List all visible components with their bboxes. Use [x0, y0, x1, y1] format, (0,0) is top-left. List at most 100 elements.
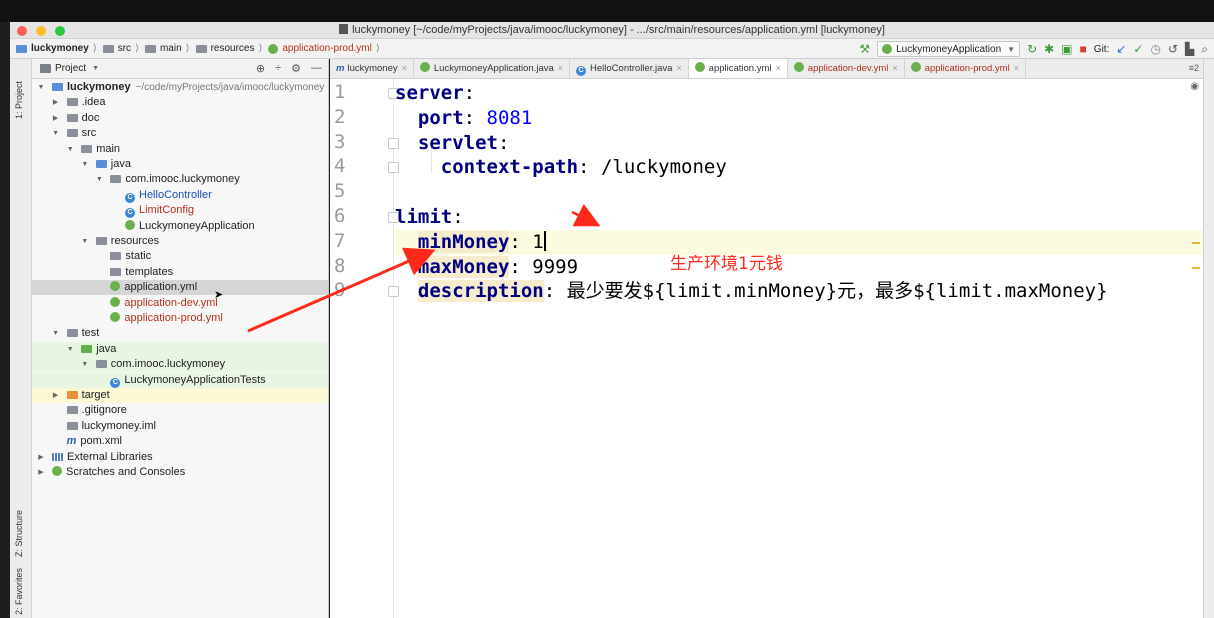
expand-down-icon[interactable]: ▼	[80, 234, 90, 249]
warning-marker[interactable]	[1192, 267, 1200, 269]
tree-item[interactable]: luckymoney.iml	[32, 419, 328, 434]
tree-item[interactable]: ▶ doc	[32, 111, 328, 126]
close-icon[interactable]: ×	[676, 63, 681, 73]
tree-item[interactable]: ▼ resources	[32, 234, 328, 249]
editor-tab[interactable]: application-prod.yml ×	[905, 59, 1026, 78]
project-panel-title[interactable]: Project	[55, 63, 86, 74]
folder-icon	[66, 329, 78, 338]
tree-item-content: java	[81, 342, 116, 357]
breadcrumb-item[interactable]: resources ⟩	[195, 43, 262, 54]
warning-marker[interactable]	[1192, 242, 1200, 244]
spring-icon	[110, 312, 121, 322]
close-icon[interactable]: ×	[1014, 63, 1019, 73]
tree-item[interactable]: ▶ .idea	[32, 95, 328, 110]
folder-icon	[95, 160, 107, 168]
expand-right-icon[interactable]: ▶	[51, 388, 61, 403]
breadcrumb-item[interactable]: luckymoney ⟩	[16, 43, 97, 54]
expand-right-icon[interactable]: ▶	[36, 465, 46, 480]
run-config-selector[interactable]: LuckymoneyApplication ▼	[877, 41, 1021, 57]
code-area[interactable]: 生产环境1元钱 server: port: 8081 servlet: cont…	[395, 79, 1203, 618]
expand-down-icon[interactable]: ▼	[80, 357, 90, 372]
tree-item[interactable]: application-dev.yml	[32, 296, 328, 311]
favorites-tool-tab[interactable]: 2: Favorites	[14, 568, 24, 615]
expand-down-icon[interactable]: ▼	[80, 157, 90, 172]
editor-tab[interactable]: LuckymoneyApplication.java ×	[414, 59, 571, 78]
editor-tab[interactable]: m luckymoney ×	[330, 59, 414, 78]
breadcrumb-label: src	[117, 43, 132, 54]
editor-tab[interactable]: C HelloController.java ×	[570, 59, 689, 78]
tree-item[interactable]: ▼ src	[32, 126, 328, 141]
breadcrumb-label: main	[159, 43, 182, 54]
project-tool-tab[interactable]: 1: Project	[14, 81, 24, 119]
expand-down-icon[interactable]: ▼	[94, 172, 104, 187]
tree-item[interactable]: static	[32, 249, 328, 264]
git-update-icon[interactable]: ↙	[1116, 43, 1126, 55]
git-commit-icon[interactable]: ✓	[1133, 43, 1143, 55]
close-icon[interactable]: ×	[558, 63, 563, 73]
tab-list-button[interactable]: ≡2	[1189, 63, 1199, 73]
eye-icon[interactable]: ◉	[1190, 81, 1199, 92]
tree-item-path: ~/code/myProjects/java/imooc/luckymoney	[135, 82, 325, 93]
tree-item[interactable]: C LimitConfig	[32, 203, 328, 219]
tree-item[interactable]: C LuckymoneyApplicationTests	[32, 372, 328, 388]
yaml-key: minMoney	[417, 230, 510, 253]
tree-item[interactable]: ▼ java	[32, 341, 328, 357]
tree-item[interactable]: LuckymoneyApplication	[32, 219, 328, 234]
git-history-icon[interactable]: ◷	[1150, 43, 1160, 55]
editor-tab-label: application.yml	[708, 63, 772, 74]
class-icon: C	[576, 66, 587, 76]
close-icon[interactable]: ×	[892, 63, 897, 73]
rerun-icon[interactable]: ↻	[1027, 43, 1037, 55]
tree-item[interactable]: ▶ Scratches and Consoles	[32, 465, 328, 480]
spring-icon	[793, 62, 804, 72]
tree-item-content: target	[66, 388, 110, 403]
tree-item[interactable]: ▼ luckymoney ~/code/myProjects/java/imooc/…	[32, 80, 328, 95]
tree-item[interactable]: ▶ External Libraries	[32, 450, 328, 465]
breadcrumb-item[interactable]: src ⟩	[102, 43, 139, 54]
tree-item[interactable]: application.yml	[32, 280, 328, 296]
expand-down-icon[interactable]: ▼	[65, 342, 75, 357]
build-hammer-icon[interactable]: ⚒	[859, 43, 870, 55]
tree-item[interactable]: application-prod.yml	[32, 311, 328, 326]
stop-icon[interactable]: ■	[1080, 43, 1087, 55]
close-icon[interactable]: ×	[776, 63, 781, 73]
expand-down-icon[interactable]: ▼	[51, 126, 61, 141]
tree-item[interactable]: ▶ target	[32, 388, 328, 403]
locate-file-icon[interactable]: ⊕	[256, 62, 265, 75]
git-revert-icon[interactable]: ↺	[1168, 43, 1178, 55]
tree-item-content: C HelloController	[125, 188, 212, 203]
hide-panel-icon[interactable]: —	[311, 62, 322, 75]
chevron-down-icon[interactable]: ▼	[92, 65, 99, 72]
expand-down-icon[interactable]: ▼	[36, 80, 46, 95]
project-structure-icon[interactable]: ▙	[1185, 43, 1194, 55]
tree-item[interactable]: ▼ main	[32, 142, 328, 157]
coverage-icon[interactable]: ▣	[1061, 43, 1072, 55]
tree-item[interactable]: m pom.xml	[32, 434, 328, 449]
close-icon[interactable]: ×	[402, 63, 407, 73]
tree-item[interactable]: .gitignore	[32, 403, 328, 418]
expand-right-icon[interactable]: ▶	[36, 450, 46, 465]
tree-item[interactable]: ▼ java	[32, 157, 328, 172]
folder-icon	[110, 267, 122, 276]
code-line: description: 最少要发${limit.minMoney}元，最多${…	[395, 279, 1203, 304]
editor-tab[interactable]: application.yml ×	[688, 59, 788, 78]
expand-down-icon[interactable]: ▼	[51, 326, 61, 341]
tree-item[interactable]: templates	[32, 265, 328, 280]
gear-icon[interactable]: ⚙	[291, 62, 301, 75]
breadcrumb-item[interactable]: application-prod.yml ⟩	[268, 43, 380, 54]
tree-item[interactable]: ▼ com.imooc.luckymoney	[32, 172, 328, 187]
breadcrumb-item[interactable]: main ⟩	[144, 43, 190, 54]
expand-right-icon[interactable]: ▶	[51, 95, 61, 110]
search-icon[interactable]: ⌕	[1201, 43, 1208, 55]
code-line: minMoney: 1	[395, 229, 1203, 255]
collapse-all-icon[interactable]: ÷	[275, 62, 281, 75]
editor-tab[interactable]: application-dev.yml ×	[788, 59, 905, 78]
structure-tool-tab[interactable]: Z: Structure	[14, 510, 24, 557]
tree-item[interactable]: ▼ com.imooc.luckymoney	[32, 357, 328, 373]
tree-item[interactable]: C HelloController	[32, 188, 328, 203]
expand-right-icon[interactable]: ▶	[51, 111, 61, 126]
expand-down-icon[interactable]: ▼	[65, 142, 75, 157]
yaml-key: maxMoney	[417, 255, 510, 278]
debug-bug-icon[interactable]: ✱	[1044, 43, 1054, 55]
tree-item[interactable]: ▼ test	[32, 326, 328, 341]
